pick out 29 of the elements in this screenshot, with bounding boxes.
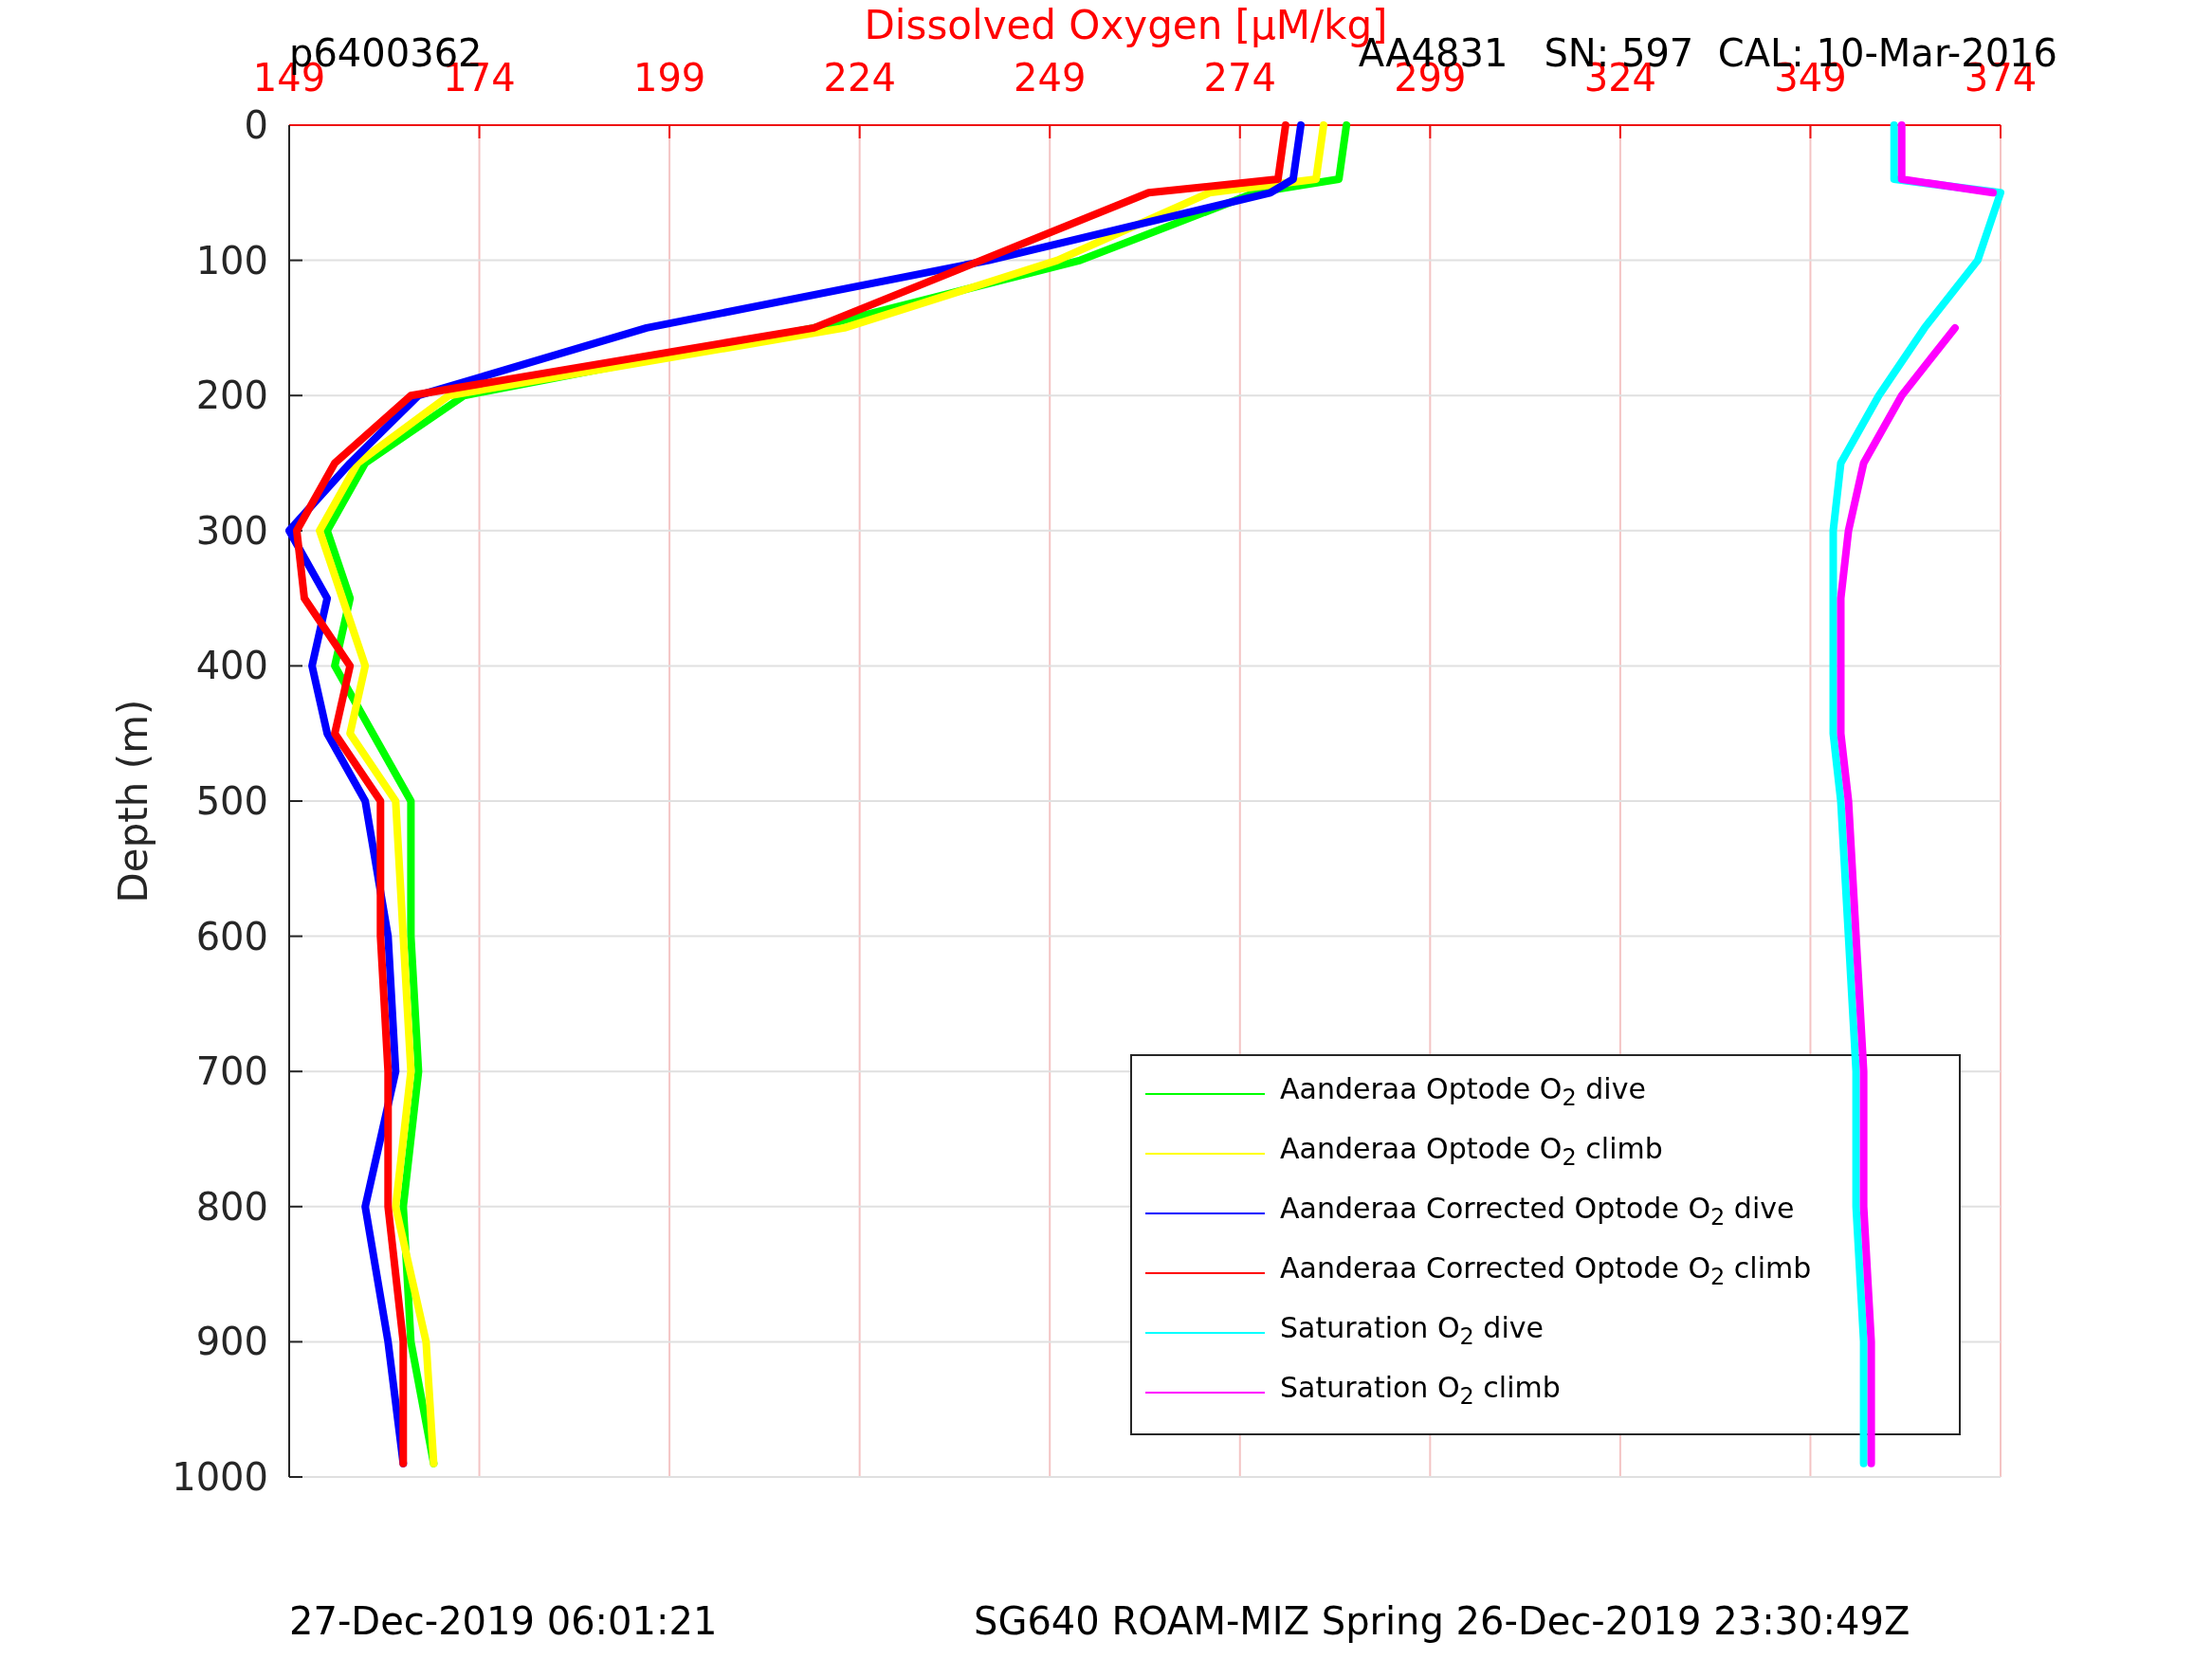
- legend-line-icon: [1145, 1212, 1265, 1214]
- tick-label: 274: [1203, 59, 1276, 97]
- legend-line-icon: [1145, 1093, 1265, 1095]
- tick-label: 249: [1014, 59, 1087, 97]
- legend-line-icon: [1145, 1332, 1265, 1334]
- legend-label: Aanderaa Corrected Optode O$_{2}$ dive: [1280, 1193, 1795, 1231]
- legend-label: Saturation O$_{2}$ climb: [1280, 1372, 1561, 1410]
- tick-label: 500: [195, 782, 268, 820]
- tick-label: 900: [195, 1322, 268, 1361]
- legend-line-icon: [1145, 1272, 1265, 1274]
- legend-label: Aanderaa Corrected Optode O$_{2}$ climb: [1280, 1252, 1812, 1290]
- tick-label: 199: [632, 59, 706, 97]
- legend-label: Aanderaa Optode O$_{2}$ dive: [1280, 1073, 1646, 1111]
- legend-label: Aanderaa Optode O$_{2}$ climb: [1280, 1133, 1663, 1171]
- plot-caption: 27-Dec-2019 06:01:21: [289, 1602, 718, 1640]
- tick-label: 800: [195, 1187, 268, 1226]
- tick-label: 100: [195, 241, 268, 280]
- tick-label: 0: [244, 106, 268, 144]
- tick-label: 300: [195, 511, 268, 550]
- legend-line-icon: [1145, 1153, 1265, 1155]
- tick-label: 600: [195, 917, 268, 956]
- tick-label: 1000: [172, 1458, 268, 1496]
- tick-label: 200: [195, 376, 268, 415]
- tick-label: 224: [823, 59, 896, 97]
- legend-label: Saturation O$_{2}$ dive: [1280, 1312, 1544, 1350]
- tick-label: 400: [195, 647, 268, 685]
- tick-label: 700: [195, 1052, 268, 1091]
- legend-line-icon: [1145, 1392, 1265, 1394]
- axis-title: Depth (m): [114, 699, 154, 903]
